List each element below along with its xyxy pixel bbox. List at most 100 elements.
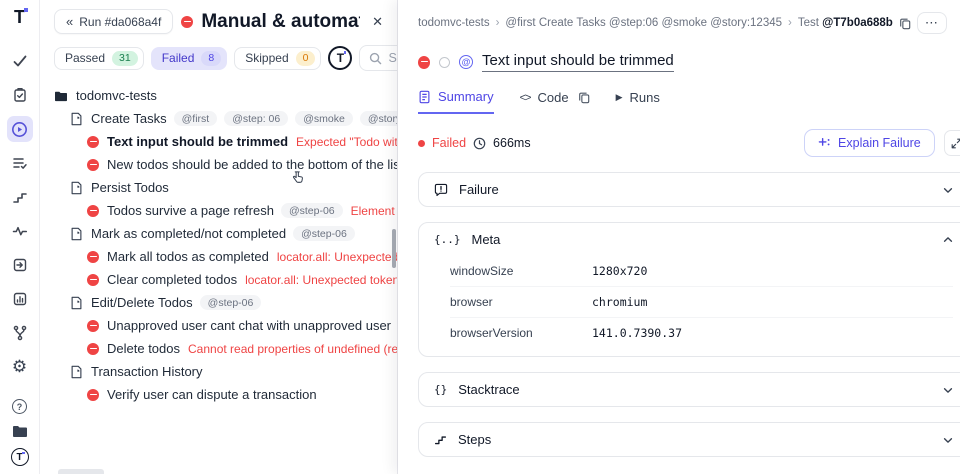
- meta-row: windowSize 1280x720: [450, 256, 953, 287]
- search-input[interactable]: [388, 51, 397, 65]
- file-icon: [70, 296, 83, 310]
- meta-section-header[interactable]: {..} Meta: [419, 223, 960, 256]
- error-message: locator.all: Unexpected token "" while p…: [276, 249, 397, 264]
- automated-icon[interactable]: @: [459, 55, 473, 69]
- tag: @first: [173, 111, 218, 126]
- tag: @story: 12345: [359, 111, 397, 126]
- status-label: Failed: [432, 136, 467, 150]
- meta-row: browserVersion 141.0.7390.37: [450, 326, 683, 340]
- copy-icon[interactable]: [899, 17, 911, 30]
- clock-icon: [473, 137, 486, 149]
- tree-test[interactable]: Mark all todos as completed locator.all:…: [40, 245, 397, 268]
- failed-test-icon: [87, 158, 99, 171]
- check-icon[interactable]: [7, 48, 33, 74]
- tab-runs[interactable]: ▶ Runs: [616, 90, 660, 113]
- failed-test-icon: [87, 319, 99, 332]
- summary-icon: [419, 90, 430, 103]
- code-icon: <>: [519, 91, 532, 104]
- chevron-down-icon[interactable]: [942, 434, 954, 446]
- failed-status-icon: [418, 55, 430, 69]
- test-title[interactable]: Text input should be trimmed: [482, 52, 674, 72]
- play-circle-icon[interactable]: [6, 116, 33, 142]
- help-icon[interactable]: ?: [12, 399, 27, 414]
- meta-table: windowSize 1280x720 browser chromium bro…: [419, 256, 960, 356]
- meta-row: browser chromium: [450, 287, 953, 318]
- stacktrace-section: {} Stacktrace: [418, 372, 960, 407]
- chevron-down-icon[interactable]: [942, 184, 954, 196]
- tree-suite[interactable]: Mark as completed/not completed @step-06: [40, 222, 397, 245]
- tab-code[interactable]: <> Code: [520, 90, 590, 113]
- chevron-up-icon[interactable]: [942, 234, 954, 246]
- steps-icon[interactable]: [7, 184, 33, 210]
- tag: @step-06: [280, 203, 343, 218]
- steps-section-header[interactable]: Steps: [419, 423, 960, 456]
- sign-in-icon[interactable]: [7, 252, 33, 278]
- passed-count-badge: 31: [112, 50, 138, 66]
- meta-section: {..} Meta windowSize 1280x720 browser ch…: [418, 222, 960, 357]
- tree-test[interactable]: Todos survive a page refresh @step-06 El…: [40, 199, 397, 222]
- explain-failure-button[interactable]: Explain Failure: [804, 129, 935, 157]
- test-title-row: @ Text input should be trimmed: [418, 52, 960, 72]
- scrollbar-thumb[interactable]: [392, 229, 396, 268]
- manual-status-icon[interactable]: [439, 56, 450, 68]
- breadcrumb-project[interactable]: todomvc-tests: [418, 17, 490, 29]
- activity-icon[interactable]: [7, 218, 33, 244]
- clipboard-check-icon[interactable]: [7, 82, 33, 108]
- tree-test[interactable]: Unapproved user cant chat with unapprove…: [40, 314, 397, 337]
- file-icon: [70, 227, 83, 241]
- filter-passed[interactable]: Passed 31: [54, 46, 144, 70]
- failed-test-icon: [87, 342, 99, 355]
- error-message: Expected "Todo with lots of whitespace a: [296, 134, 397, 149]
- breadcrumb: todomvc-tests › @first Create Tasks @ste…: [418, 12, 960, 34]
- tag: @smoke: [295, 111, 353, 126]
- branch-icon[interactable]: [7, 320, 33, 346]
- tree-suite[interactable]: Transaction History: [40, 360, 397, 383]
- more-actions-button[interactable]: ⋯: [916, 12, 947, 34]
- rail-bottom: ? T: [10, 399, 29, 466]
- failed-test-icon: [87, 250, 99, 263]
- tree-test[interactable]: Clear completed todos locator.all: Unexp…: [40, 268, 397, 291]
- gear-icon[interactable]: ⚙: [7, 354, 33, 380]
- run-failed-icon: [181, 15, 194, 28]
- back-to-run-button[interactable]: « Run #da068a4f: [54, 9, 174, 34]
- tree-folder[interactable]: todomvc-tests: [40, 84, 397, 107]
- copy-icon[interactable]: [578, 91, 590, 104]
- icon-rail: T ⚙ ? T: [0, 0, 40, 474]
- mouse-cursor-icon: [292, 171, 303, 183]
- failed-count-badge: 8: [201, 50, 222, 66]
- list-check-icon[interactable]: [7, 150, 33, 176]
- rail-nav: ⚙: [6, 48, 33, 380]
- duration-value: 666ms: [493, 136, 531, 150]
- expand-icon[interactable]: [943, 130, 960, 156]
- failed-test-icon: [87, 273, 99, 286]
- error-message: locator.all: Unexpected token "" while p…: [245, 272, 397, 287]
- close-icon[interactable]: ✕: [368, 14, 387, 30]
- filter-skipped[interactable]: Skipped 0: [234, 46, 322, 70]
- failure-section-header[interactable]: Failure: [419, 173, 960, 206]
- file-icon: [70, 112, 83, 126]
- app-window: T ⚙ ? T « Run #da068a4f Manual & automa …: [0, 0, 960, 474]
- tree-test[interactable]: Delete todos Cannot read properties of u…: [40, 337, 397, 360]
- brand-logo: T: [14, 7, 28, 27]
- breadcrumb-suite[interactable]: @first Create Tasks @step:06 @smoke @sto…: [505, 17, 782, 29]
- message-alert-icon: [434, 183, 448, 196]
- stacktrace-section-header[interactable]: {} Stacktrace: [419, 373, 960, 406]
- tree-suite[interactable]: Edit/Delete Todos @step-06: [40, 291, 397, 314]
- folder-icon[interactable]: [12, 424, 28, 438]
- tree-suite[interactable]: Create Tasks @first @step: 06 @smoke @st…: [40, 107, 397, 130]
- back-icon: «: [66, 14, 74, 29]
- tree-suite[interactable]: Persist Todos: [40, 176, 397, 199]
- steps-section: Steps: [418, 422, 960, 457]
- tree-test[interactable]: New todos should be added to the bottom …: [40, 153, 397, 176]
- failed-test-icon: [87, 204, 99, 217]
- filter-bar: Passed 31 Failed 8 Skipped 0 T: [40, 34, 397, 71]
- chevron-down-icon[interactable]: [942, 384, 954, 396]
- filter-failed[interactable]: Failed 8: [150, 46, 228, 70]
- tree-test[interactable]: Verify user can dispute a transaction: [40, 383, 397, 406]
- tree-test-selected[interactable]: Text input should be trimmed Expected "T…: [40, 130, 397, 153]
- avatar[interactable]: T: [10, 448, 29, 466]
- failure-section: Failure: [418, 172, 960, 207]
- brand-filter-button[interactable]: T: [328, 46, 353, 70]
- bar-chart-icon[interactable]: [7, 286, 33, 312]
- tab-summary[interactable]: Summary: [418, 89, 494, 114]
